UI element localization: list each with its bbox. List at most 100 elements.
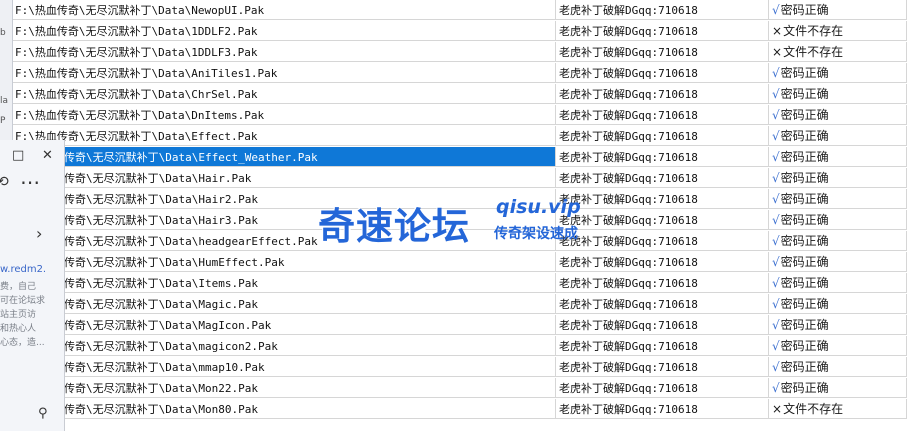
password-cell[interactable]: 老虎补丁破解DGqq:710618	[556, 42, 769, 62]
password-cell[interactable]: 老虎补丁破解DGqq:710618	[556, 378, 769, 398]
status-missing-text: 文件不存在	[772, 45, 843, 59]
table-row[interactable]: 传奇\无尽沉默补丁\Data\Mon80.Pak 老虎补丁破解DGqq:71061…	[12, 399, 907, 420]
table-row[interactable]: 传奇\无尽沉默补丁\Data\Items.Pak 老虎补丁破解DGqq:71061…	[12, 273, 907, 294]
file-path-cell[interactable]: F:\热血传奇\无尽沉默补丁\Data\ChrSel.Pak	[12, 84, 556, 104]
table-row[interactable]: F:\热血传奇\无尽沉默补丁\Data\Effect.Pak 老虎补丁破解DGqq…	[12, 126, 907, 147]
file-path-cell[interactable]: 传奇\无尽沉默补丁\Data\mmap10.Pak	[12, 357, 556, 377]
status-cell[interactable]: 密码正确	[769, 189, 907, 209]
status-cell[interactable]: 密码正确	[769, 126, 907, 146]
status-cell[interactable]: 密码正确	[769, 273, 907, 293]
file-path-cell[interactable]: F:\热血传奇\无尽沉默补丁\Data\NewopUI.Pak	[12, 0, 556, 20]
status-cell[interactable]: 密码正确	[769, 147, 907, 167]
table-row[interactable]: 传奇\无尽沉默补丁\Data\Hair2.Pak 老虎补丁破解DGqq:71061…	[12, 189, 907, 210]
password-cell[interactable]: 老虎补丁破解DGqq:710618	[556, 210, 769, 230]
status-cell[interactable]: 文件不存在	[769, 42, 907, 62]
table-row[interactable]: F:\热血传奇\无尽沉默补丁\Data\DnItems.Pak 老虎补丁破解DGq…	[12, 105, 907, 126]
panel-header: □ ✕	[0, 140, 64, 172]
file-path-cell[interactable]: 传奇\无尽沉默补丁\Data\Hair3.Pak	[12, 210, 556, 230]
table-row[interactable]: 传奇\无尽沉默补丁\Data\HumEffect.Pak 老虎补丁破解DGqq:7…	[12, 252, 907, 273]
table-row[interactable]: 传奇\无尽沉默补丁\Data\Mon22.Pak 老虎补丁破解DGqq:71061…	[12, 378, 907, 399]
status-ok-text: 密码正确	[772, 297, 829, 311]
file-path-cell[interactable]: 传奇\无尽沉默补丁\Data\MagIcon.Pak	[12, 315, 556, 335]
status-cell[interactable]: 密码正确	[769, 231, 907, 251]
password-cell[interactable]: 老虎补丁破解DGqq:710618	[556, 252, 769, 272]
file-path-cell[interactable]: 传奇\无尽沉默补丁\Data\HumEffect.Pak	[12, 252, 556, 272]
password-cell[interactable]: 老虎补丁破解DGqq:710618	[556, 231, 769, 251]
status-cell[interactable]: 文件不存在	[769, 399, 907, 419]
close-icon[interactable]: ✕	[42, 148, 53, 163]
password-cell[interactable]: 老虎补丁破解DGqq:710618	[556, 315, 769, 335]
password-cell[interactable]: 老虎补丁破解DGqq:710618	[556, 168, 769, 188]
password-cell[interactable]: 老虎补丁破解DGqq:710618	[556, 336, 769, 356]
chevron-right-icon[interactable]: ›	[36, 224, 42, 243]
status-ok-text: 密码正确	[772, 276, 829, 290]
file-list-table: F:\热血传奇\无尽沉默补丁\Data\NewopUI.Pak 老虎补丁破解DGq…	[12, 0, 907, 431]
table-row[interactable]: 传奇\无尽沉默补丁\Data\MagIcon.Pak 老虎补丁破解DGqq:710…	[12, 315, 907, 336]
file-path-cell[interactable]: 传奇\无尽沉默补丁\Data\Hair.Pak	[12, 168, 556, 188]
status-ok-text: 密码正确	[772, 213, 829, 227]
status-cell[interactable]: 密码正确	[769, 84, 907, 104]
file-path-cell[interactable]: F:\热血传奇\无尽沉默补丁\Data\AniTiles1.Pak	[12, 63, 556, 83]
status-cell[interactable]: 密码正确	[769, 252, 907, 272]
status-cell[interactable]: 密码正确	[769, 336, 907, 356]
more-icon[interactable]: ⋯	[20, 170, 41, 194]
table-row[interactable]: 传奇\无尽沉默补丁\Data\Hair3.Pak 老虎补丁破解DGqq:71061…	[12, 210, 907, 231]
status-cell[interactable]: 密码正确	[769, 210, 907, 230]
file-path-cell[interactable]: 传奇\无尽沉默补丁\Data\Magic.Pak	[12, 294, 556, 314]
file-path-cell[interactable]: 传奇\无尽沉默补丁\Data\headgearEffect.Pak	[12, 231, 556, 251]
status-ok-text: 密码正确	[772, 192, 829, 206]
password-cell[interactable]: 老虎补丁破解DGqq:710618	[556, 399, 769, 419]
password-cell[interactable]: 老虎补丁破解DGqq:710618	[556, 63, 769, 83]
status-cell[interactable]: 文件不存在	[769, 21, 907, 41]
password-cell[interactable]: 老虎补丁破解DGqq:710618	[556, 147, 769, 167]
file-path-cell[interactable]: 传奇\无尽沉默补丁\Data\Effect_Weather.Pak	[12, 147, 556, 167]
file-path-cell[interactable]: F:\热血传奇\无尽沉默补丁\Data\DnItems.Pak	[12, 105, 556, 125]
file-path-cell[interactable]: F:\热血传奇\无尽沉默补丁\Data\1DDLF2.Pak	[12, 21, 556, 41]
file-path-cell[interactable]: 传奇\无尽沉默补丁\Data\Hair2.Pak	[12, 189, 556, 209]
status-cell[interactable]: 密码正确	[769, 168, 907, 188]
password-cell[interactable]: 老虎补丁破解DGqq:710618	[556, 189, 769, 209]
table-row[interactable]: F:\热血传奇\无尽沉默补丁\Data\1DDLF2.Pak 老虎补丁破解DGqq…	[12, 21, 907, 42]
file-path-cell[interactable]: 传奇\无尽沉默补丁\Data\Mon22.Pak	[12, 378, 556, 398]
password-cell[interactable]: 老虎补丁破解DGqq:710618	[556, 21, 769, 41]
status-cell[interactable]: 密码正确	[769, 63, 907, 83]
edge-scrap: P	[0, 116, 6, 126]
table-row[interactable]: F:\热血传奇\无尽沉默补丁\Data\AniTiles1.Pak 老虎补丁破解D…	[12, 63, 907, 84]
table-row[interactable]: 传奇\无尽沉默补丁\Data\Hair.Pak 老虎补丁破解DGqq:710618…	[12, 168, 907, 189]
file-path-cell[interactable]: 传奇\无尽沉默补丁\Data\Mon80.Pak	[12, 399, 556, 419]
password-cell[interactable]: 老虎补丁破解DGqq:710618	[556, 84, 769, 104]
search-icon[interactable]: ⚲	[38, 406, 48, 421]
status-cell[interactable]: 密码正确	[769, 378, 907, 398]
status-ok-text: 密码正确	[772, 150, 829, 164]
password-cell[interactable]: 老虎补丁破解DGqq:710618	[556, 273, 769, 293]
password-cell[interactable]: 老虎补丁破解DGqq:710618	[556, 0, 769, 20]
table-row[interactable]: F:\热血传奇\无尽沉默补丁\Data\ChrSel.Pak 老虎补丁破解DGqq…	[12, 84, 907, 105]
status-ok-text: 密码正确	[772, 234, 829, 248]
table-row[interactable]: F:\热血传奇\无尽沉默补丁\Data\NewopUI.Pak 老虎补丁破解DGq…	[12, 0, 907, 21]
password-cell[interactable]: 老虎补丁破解DGqq:710618	[556, 126, 769, 146]
password-cell[interactable]: 老虎补丁破解DGqq:710618	[556, 105, 769, 125]
status-cell[interactable]: 密码正确	[769, 315, 907, 335]
status-cell[interactable]: 密码正确	[769, 105, 907, 125]
status-ok-text: 密码正确	[772, 255, 829, 269]
file-path-cell[interactable]: F:\热血传奇\无尽沉默补丁\Data\Effect.Pak	[12, 126, 556, 146]
table-row[interactable]: 传奇\无尽沉默补丁\Data\magicon2.Pak 老虎补丁破解DGqq:71…	[12, 336, 907, 357]
status-ok-text: 密码正确	[772, 108, 829, 122]
file-path-cell[interactable]: 传奇\无尽沉默补丁\Data\Items.Pak	[12, 273, 556, 293]
status-cell[interactable]: 密码正确	[769, 357, 907, 377]
status-cell[interactable]: 密码正确	[769, 294, 907, 314]
password-cell[interactable]: 老虎补丁破解DGqq:710618	[556, 357, 769, 377]
table-row[interactable]: 传奇\无尽沉默补丁\Data\Magic.Pak 老虎补丁破解DGqq:71061…	[12, 294, 907, 315]
status-cell[interactable]: 密码正确	[769, 0, 907, 20]
file-path-cell[interactable]: F:\热血传奇\无尽沉默补丁\Data\1DDLF3.Pak	[12, 42, 556, 62]
password-cell[interactable]: 老虎补丁破解DGqq:710618	[556, 294, 769, 314]
table-row[interactable]: 传奇\无尽沉默补丁\Data\headgearEffect.Pak 老虎补丁破解D…	[12, 231, 907, 252]
restore-icon[interactable]: □	[12, 148, 24, 163]
file-path-cell[interactable]: 传奇\无尽沉默补丁\Data\magicon2.Pak	[12, 336, 556, 356]
edge-scrap: la	[0, 96, 9, 106]
refresh-icon[interactable]: ⟲	[0, 174, 9, 190]
table-row[interactable]: 传奇\无尽沉默补丁\Data\Effect_Weather.Pak 老虎补丁破解D…	[12, 147, 907, 168]
panel-url-text[interactable]: w.redm2.	[0, 264, 46, 275]
table-row[interactable]: 传奇\无尽沉默补丁\Data\mmap10.Pak 老虎补丁破解DGqq:7106…	[12, 357, 907, 378]
table-row[interactable]: F:\热血传奇\无尽沉默补丁\Data\1DDLF3.Pak 老虎补丁破解DGqq…	[12, 42, 907, 63]
